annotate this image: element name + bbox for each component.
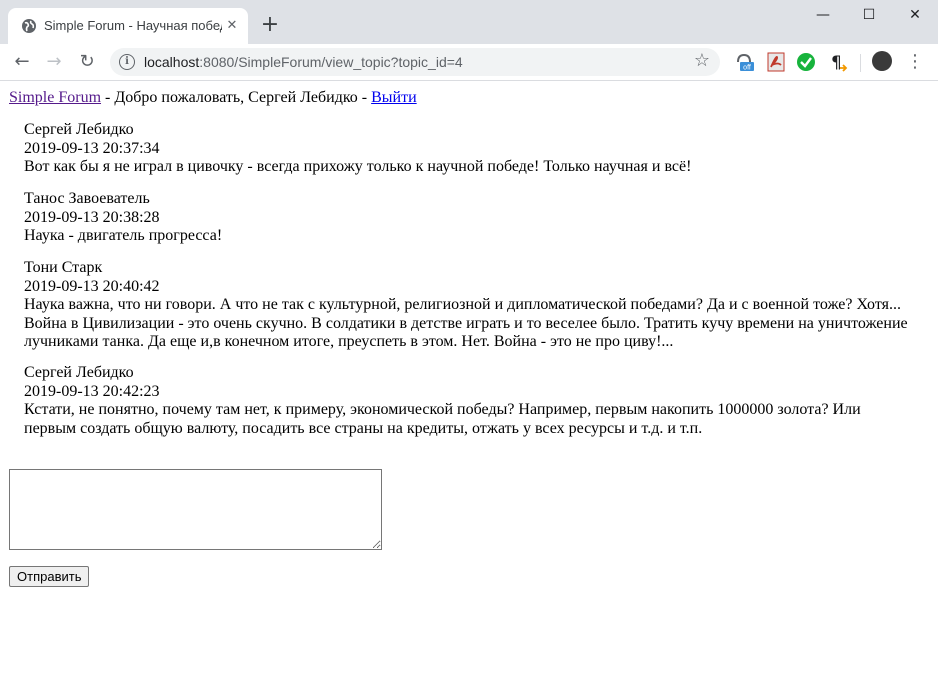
post-date: 2019-09-13 20:42:23 (24, 382, 160, 400)
browser-tab[interactable]: Simple Forum - Научная победа ✕ (8, 8, 248, 44)
site-info-icon[interactable]: i (119, 54, 135, 70)
profile-avatar[interactable] (872, 51, 892, 71)
tab-title: Simple Forum - Научная победа (44, 18, 222, 33)
browser-toolbar: ← → ↻ i localhost:8080/SimpleForum/view_… (0, 44, 938, 81)
post-text: Наука - двигатель прогресса! (24, 227, 223, 244)
logout-link[interactable]: Выйти (371, 89, 417, 106)
post: Сергей Лебидко 2019-09-13 20:42:23 Кстат… (24, 364, 914, 438)
page-content: Simple Forum - Добро пожаловать, Сергей … (0, 81, 938, 688)
post-text: Вот как бы я не играл в цивочку - всегда… (24, 158, 692, 175)
check-extension-icon[interactable] (796, 52, 816, 72)
post-author: Тони Старк (24, 259, 103, 276)
forward-arrow-icon[interactable]: → (42, 50, 66, 74)
post-date: 2019-09-13 20:38:28 (24, 208, 160, 226)
menu-dots-icon[interactable]: ⋮ (906, 50, 924, 74)
globe-icon (22, 19, 36, 33)
post-author: Танос Завоеватель (24, 190, 150, 207)
post-date: 2019-09-13 20:40:42 (24, 277, 160, 295)
reload-icon[interactable]: ↻ (75, 50, 99, 74)
svg-text:¶: ¶ (831, 53, 842, 72)
welcome-text: - Добро пожаловать, Сергей Лебидко - (101, 89, 372, 106)
maximize-icon[interactable]: ☐ (846, 0, 892, 30)
submit-button[interactable]: Отправить (9, 566, 90, 587)
post: Тони Старк 2019-09-13 20:40:42 Наука важ… (24, 259, 914, 352)
extension-off-badge: off (743, 65, 751, 72)
post-author: Сергей Лебидко (24, 121, 134, 138)
forum-header: Simple Forum - Добро пожаловать, Сергей … (9, 89, 417, 107)
close-window-icon[interactable]: ✕ (892, 0, 938, 30)
minimize-icon[interactable]: — (800, 0, 846, 30)
pilcrow-extension-icon[interactable]: ¶ (828, 52, 848, 72)
post: Сергей Лебидко 2019-09-13 20:37:34 Вот к… (24, 121, 914, 177)
back-arrow-icon[interactable]: ← (10, 50, 34, 74)
pdf-extension-icon[interactable] (766, 52, 786, 72)
new-tab-icon[interactable]: + (258, 14, 282, 38)
site-home-link[interactable]: Simple Forum (9, 89, 101, 106)
extension-off-icon[interactable]: off (734, 52, 754, 72)
reply-textarea[interactable] (9, 469, 382, 550)
post-author: Сергей Лебидко (24, 364, 134, 381)
tab-close-icon[interactable]: ✕ (224, 18, 240, 34)
address-bar[interactable]: i localhost:8080/SimpleForum/view_topic?… (110, 48, 720, 76)
post: Танос Завоеватель 2019-09-13 20:38:28 На… (24, 190, 914, 246)
post-text: Кстати, не понятно, почему там нет, к пр… (24, 401, 861, 437)
post-text: Наука важна, что ни говори. А что не так… (24, 296, 908, 350)
url-text[interactable]: localhost:8080/SimpleForum/view_topic?to… (144, 54, 463, 70)
browser-titlebar: Simple Forum - Научная победа ✕ + — ☐ ✕ (0, 0, 938, 44)
bookmark-star-icon[interactable]: ☆ (694, 51, 710, 71)
toolbar-separator (860, 54, 861, 72)
post-date: 2019-09-13 20:37:34 (24, 139, 160, 157)
